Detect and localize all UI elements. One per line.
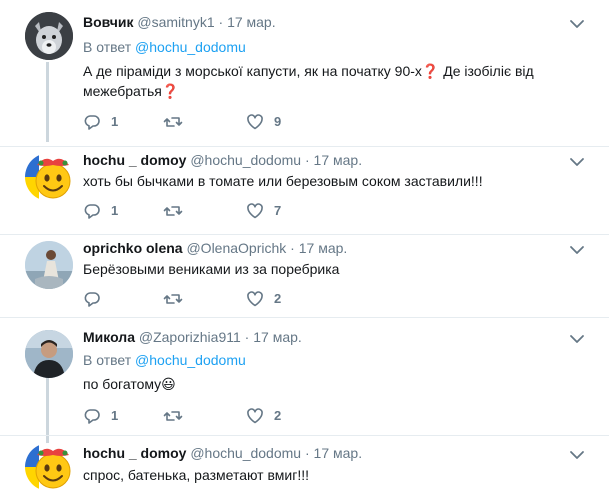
- reply-button[interactable]: 1: [83, 406, 118, 426]
- like-button[interactable]: 9: [246, 112, 281, 132]
- reply-icon: [84, 204, 100, 219]
- retweet-button[interactable]: [163, 406, 193, 426]
- timestamp[interactable]: 17 мар.: [253, 329, 302, 345]
- reply-icon: [84, 409, 100, 424]
- chevron-down-icon[interactable]: [569, 242, 585, 258]
- separator: ·: [244, 329, 250, 345]
- tweet-header: Микола @Zaporizhia911 · 17 мар.: [83, 328, 302, 346]
- timestamp[interactable]: 17 мар.: [314, 445, 363, 461]
- tweet-1[interactable]: Вовчик @samitnyk1 · 17 мар. В ответ @hoc…: [0, 0, 609, 146]
- reply-mention-link[interactable]: @hochu_dodomu: [135, 39, 246, 55]
- like-button[interactable]: 2: [246, 406, 281, 426]
- chevron-down-icon[interactable]: [569, 331, 585, 347]
- avatar[interactable]: [25, 241, 73, 289]
- retweet-button[interactable]: [163, 201, 193, 221]
- reply-icon: [84, 115, 100, 130]
- tweet-5[interactable]: hochu _ domoy @hochu_dodomu · 17 мар. сп…: [0, 436, 609, 493]
- chevron-down-icon[interactable]: [569, 16, 585, 32]
- photo-avatar-icon: [25, 330, 73, 378]
- smiley-avatar-icon: [25, 443, 73, 491]
- tweet-text: спрос, батенька, разметают вмиг!!!: [83, 467, 309, 483]
- tweet-header: hochu _ domoy @hochu_dodomu · 17 мар.: [83, 151, 362, 169]
- separator: ·: [218, 14, 224, 30]
- like-count: 2: [274, 408, 282, 423]
- retweet-button[interactable]: [163, 112, 193, 132]
- avatar[interactable]: [25, 153, 73, 201]
- timestamp[interactable]: 17 мар.: [299, 240, 348, 256]
- tweet-header: hochu _ domoy @hochu_dodomu · 17 мар.: [83, 444, 362, 462]
- heart-icon: [247, 291, 263, 307]
- like-count: 7: [274, 203, 282, 218]
- chevron-down-icon[interactable]: [569, 447, 585, 463]
- avatar[interactable]: [25, 443, 73, 491]
- heart-icon: [247, 114, 263, 130]
- reply-button[interactable]: 1: [83, 112, 118, 132]
- reply-button[interactable]: 1: [83, 201, 118, 221]
- like-count: 2: [274, 291, 282, 306]
- tweet-3[interactable]: oprichko olena @OlenaOprichk · 17 мар. Б…: [0, 235, 609, 317]
- avatar[interactable]: [25, 12, 73, 60]
- retweet-icon: [163, 206, 183, 216]
- like-button[interactable]: 2: [246, 289, 281, 309]
- display-name[interactable]: hochu _ domoy: [83, 152, 186, 168]
- reply-mention-link[interactable]: @hochu_dodomu: [135, 352, 246, 368]
- chevron-down-icon[interactable]: [569, 154, 585, 170]
- tweet-2[interactable]: hochu _ domoy @hochu_dodomu · 17 мар. хо…: [0, 147, 609, 234]
- reply-count: 1: [111, 114, 119, 129]
- tweet-header: Вовчик @samitnyk1 · 17 мар.: [83, 13, 276, 31]
- tweet-header: oprichko olena @OlenaOprichk · 17 мар.: [83, 239, 347, 257]
- wolf-avatar-icon: [25, 12, 73, 60]
- tweet-text: по богатому😃: [83, 376, 176, 392]
- username[interactable]: @hochu_dodomu: [190, 445, 301, 461]
- tweet-4[interactable]: Микола @Zaporizhia911 · 17 мар. В ответ …: [0, 318, 609, 435]
- username[interactable]: @hochu_dodomu: [190, 152, 301, 168]
- retweet-icon: [163, 294, 183, 304]
- separator: ·: [304, 152, 310, 168]
- reply-count: 1: [111, 408, 119, 423]
- reply-prefix: В ответ: [83, 39, 132, 55]
- avatar[interactable]: [25, 330, 73, 378]
- like-button[interactable]: 7: [246, 201, 281, 221]
- separator: ·: [290, 240, 295, 256]
- heart-icon: [247, 203, 263, 219]
- display-name[interactable]: oprichko olena: [83, 240, 183, 256]
- tweet-text: Берёзовыми вениками из за поребрика: [83, 261, 340, 277]
- timestamp[interactable]: 17 мар.: [227, 14, 276, 30]
- username[interactable]: @OlenaOprichk: [186, 240, 286, 256]
- heart-icon: [247, 408, 263, 424]
- display-name[interactable]: hochu _ domoy: [83, 445, 186, 461]
- retweet-icon: [163, 411, 183, 421]
- username[interactable]: @samitnyk1: [137, 14, 214, 30]
- reply-context: В ответ @hochu_dodomu: [83, 38, 246, 56]
- reply-icon: [84, 292, 100, 307]
- reply-button[interactable]: [83, 289, 111, 309]
- display-name[interactable]: Микола: [83, 329, 135, 345]
- tweet-text: А де піраміди з морської капусти, як на …: [83, 63, 534, 99]
- retweet-button[interactable]: [163, 289, 193, 309]
- username[interactable]: @Zaporizhia911: [139, 329, 241, 345]
- reply-count: 1: [111, 203, 119, 218]
- smiley-avatar-icon: [25, 153, 73, 201]
- display-name[interactable]: Вовчик: [83, 14, 133, 30]
- reply-context: В ответ @hochu_dodomu: [83, 351, 246, 369]
- photo-avatar-icon: [25, 241, 73, 289]
- separator: ·: [304, 445, 310, 461]
- reply-prefix: В ответ: [83, 352, 132, 368]
- timestamp[interactable]: 17 мар.: [314, 152, 363, 168]
- retweet-icon: [163, 117, 183, 127]
- tweet-text: хоть бы бычками в томате или березовым с…: [83, 173, 483, 189]
- like-count: 9: [274, 114, 282, 129]
